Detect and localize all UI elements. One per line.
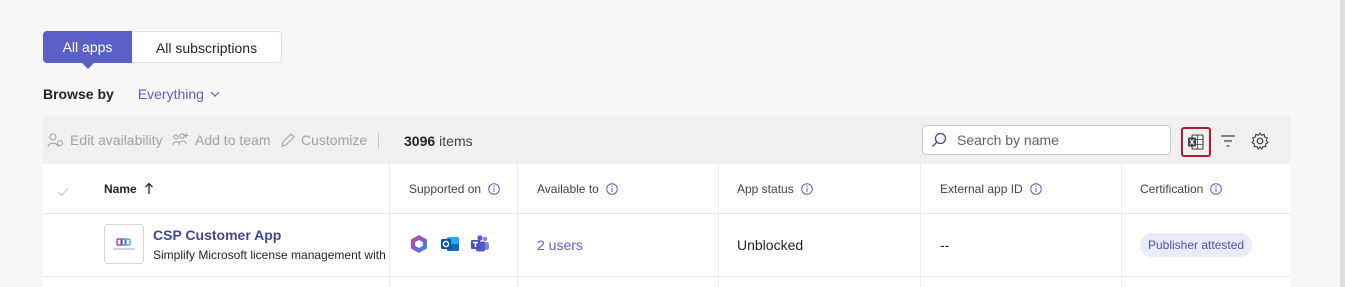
info-icon[interactable] xyxy=(800,182,813,195)
m365-icon xyxy=(411,235,427,253)
available-to-cell: 2 users xyxy=(537,214,583,276)
app-description: Simplify Microsoft license management wi… xyxy=(153,248,386,262)
certification-badge[interactable]: Publisher attested xyxy=(1140,233,1253,257)
browse-by: Browse by Everything xyxy=(43,86,220,102)
column-header-certification-label: Certification xyxy=(1140,181,1204,196)
search-input[interactable] xyxy=(955,131,1159,149)
browse-by-dropdown[interactable]: Everything xyxy=(138,86,220,102)
browse-by-value: Everything xyxy=(137,86,204,102)
filter-icon[interactable] xyxy=(1219,132,1237,150)
search-icon xyxy=(932,132,947,147)
gear-icon[interactable] xyxy=(1250,131,1270,151)
app-logo xyxy=(104,224,144,264)
app-name-link[interactable]: CSP Customer App xyxy=(153,227,281,243)
tab-all-apps[interactable]: All apps xyxy=(43,31,132,69)
column-header-name[interactable]: Name xyxy=(104,164,154,213)
column-header-supported-on[interactable]: Supported on xyxy=(409,164,500,213)
people-settings-icon xyxy=(47,133,64,148)
csp-app-logo-icon xyxy=(113,238,135,250)
column-header-name-label: Name xyxy=(104,181,137,196)
external-app-id-cell: -- xyxy=(940,237,950,253)
pencil-icon xyxy=(281,133,295,147)
add-to-team-label: Add to team xyxy=(195,132,271,148)
column-header-external-app-id-label: External app ID xyxy=(940,181,1023,196)
column-header-certification[interactable]: Certification xyxy=(1140,164,1223,213)
export-excel-button[interactable] xyxy=(1181,127,1211,157)
table-row[interactable]: CSP Customer App Simplify Microsoft lice… xyxy=(43,214,1290,277)
add-to-team-button[interactable]: Add to team xyxy=(172,116,271,164)
teams-icon xyxy=(471,235,489,252)
info-icon[interactable] xyxy=(606,182,618,195)
table-header: Name Supported on Available to App statu… xyxy=(43,164,1290,214)
info-icon[interactable] xyxy=(488,182,500,195)
column-header-available-to-label: Available to xyxy=(537,181,599,196)
info-icon[interactable] xyxy=(1029,182,1042,195)
edit-availability-button[interactable]: Edit availability xyxy=(47,116,163,164)
view-tabs: All apps All subscriptions xyxy=(43,31,282,69)
available-to-link[interactable]: 2 users xyxy=(537,237,583,253)
info-icon[interactable] xyxy=(1210,182,1223,195)
column-header-app-status-label: App status xyxy=(737,181,794,196)
checkmark-icon[interactable] xyxy=(57,187,69,197)
people-team-add-icon xyxy=(172,133,189,146)
outlook-icon xyxy=(441,237,459,251)
tab-all-subscriptions[interactable]: All subscriptions xyxy=(132,32,281,64)
window-edge xyxy=(1340,0,1345,287)
chevron-down-icon xyxy=(210,91,220,97)
edit-availability-label: Edit availability xyxy=(70,132,163,148)
sort-arrow-up-icon xyxy=(144,182,153,194)
browse-by-label: Browse by xyxy=(43,86,114,102)
customize-button[interactable]: Customize xyxy=(280,116,367,164)
toolbar-divider xyxy=(378,133,379,149)
excel-icon xyxy=(1188,134,1204,150)
apps-table: Name Supported on Available to App statu… xyxy=(43,164,1290,287)
item-count-suffix: items xyxy=(439,133,473,149)
item-count-number: 3096 xyxy=(404,133,436,149)
column-header-available-to[interactable]: Available to xyxy=(537,164,618,213)
app-status-cell: Unblocked xyxy=(737,237,804,253)
column-header-app-status[interactable]: App status xyxy=(737,164,813,213)
column-header-external-app-id[interactable]: External app ID xyxy=(940,164,1042,213)
command-bar: Edit availability Add to team Customize … xyxy=(43,116,1290,164)
item-count: 3096 items xyxy=(404,116,473,166)
search-box xyxy=(922,125,1171,155)
column-header-supported-on-label: Supported on xyxy=(409,181,482,196)
customize-label: Customize xyxy=(301,132,368,148)
